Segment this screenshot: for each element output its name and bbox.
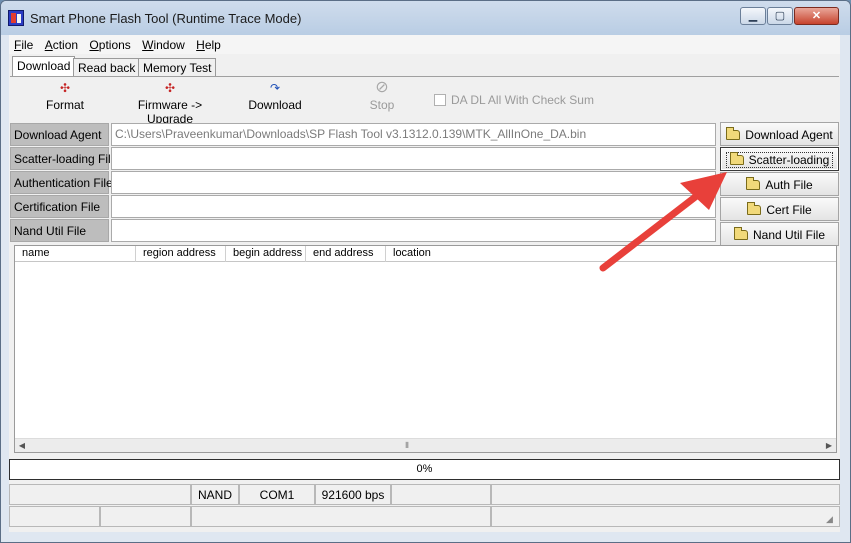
column-begin-address[interactable]: begin address — [226, 246, 306, 262]
title-bar[interactable]: Smart Phone Flash Tool (Runtime Trace Mo… — [1, 1, 850, 35]
auth-file-button[interactable]: Auth File — [720, 172, 839, 196]
menu-help-label: elp — [204, 38, 221, 52]
folder-icon — [729, 152, 744, 165]
checkbox-square[interactable] — [434, 94, 446, 106]
menu-options-label: ptions — [98, 38, 131, 52]
maximize-button[interactable]: ▢ — [767, 7, 793, 25]
firmware-upgrade-button[interactable]: ✣ Firmware -> Upgrade — [115, 81, 225, 126]
menu-window[interactable]: Window — [137, 35, 188, 52]
menu-action-label: ction — [52, 38, 79, 52]
column-location[interactable]: location — [386, 246, 456, 262]
tab-memory-test[interactable]: Memory Test — [138, 58, 217, 77]
refresh-arrow-icon: ↷ — [269, 81, 281, 95]
cert-file-button[interactable]: Cert File — [720, 197, 839, 221]
scatter-loading-label: Scatter-loading File — [10, 147, 117, 170]
menu-file-label: ile — [21, 38, 34, 52]
checksum-label: DA DL All With Check Sum — [451, 93, 594, 107]
download-label: Download — [248, 98, 302, 112]
resize-grip-icon[interactable]: ◢ — [826, 514, 837, 525]
download-button[interactable]: ↷ Download — [244, 81, 306, 112]
status-bar-row-2: ◢ — [9, 506, 840, 527]
menu-help[interactable]: Help — [191, 35, 224, 52]
partition-list[interactable]: name region address begin address end ad… — [14, 245, 837, 453]
folder-icon — [733, 227, 748, 240]
stop-label: Stop — [369, 98, 395, 112]
certification-file-label: Certification File — [10, 195, 109, 218]
window-title: Smart Phone Flash Tool (Runtime Trace Mo… — [30, 11, 302, 26]
progress-bar: 0% — [9, 459, 840, 480]
tab-download[interactable]: Download — [12, 56, 76, 77]
menu-options[interactable]: Options — [84, 35, 133, 52]
scroll-left-icon[interactable]: ◀ — [15, 439, 29, 452]
toolbar: ✣ Format ✣ Firmware -> Upgrade ↷ Downloa… — [10, 76, 839, 126]
multicolor-gear-icon: ✣ — [59, 81, 71, 95]
nand-util-file-button[interactable]: Nand Util File — [720, 222, 839, 246]
status-cell-empty — [491, 506, 840, 527]
format-button[interactable]: ✣ Format — [40, 81, 90, 112]
status-cell-empty — [100, 506, 191, 527]
multicolor-gear-icon: ✣ — [164, 81, 176, 95]
download-agent-button-label: Download Agent — [745, 128, 833, 142]
nand-util-file-label: Nand Util File — [10, 219, 109, 242]
status-storage: NAND — [191, 484, 239, 505]
app-logo-icon — [8, 10, 24, 26]
menu-help-mnemonic: H — [196, 38, 205, 52]
status-cell-empty — [391, 484, 491, 505]
menu-bar: File Action Options Window Help — [9, 35, 840, 54]
menu-window-mnemonic: W — [142, 38, 154, 52]
menu-window-label: indow — [153, 38, 185, 52]
menu-file[interactable]: File — [9, 35, 36, 52]
close-button[interactable]: ✕ — [794, 7, 839, 25]
status-cell-empty — [9, 506, 100, 527]
checksum-checkbox[interactable]: DA DL All With Check Sum — [434, 93, 594, 107]
status-baud: 921600 bps — [315, 484, 391, 505]
nand-util-file-field[interactable] — [111, 219, 716, 242]
folder-icon — [747, 202, 762, 215]
list-header: name region address begin address end ad… — [15, 246, 836, 262]
stop-button[interactable]: ⊘ Stop — [362, 79, 402, 113]
menu-action-mnemonic: A — [44, 38, 53, 52]
scatter-loading-button[interactable]: Scatter-loading — [720, 147, 839, 171]
scatter-loading-field[interactable] — [111, 147, 716, 170]
auth-file-button-label: Auth File — [765, 178, 813, 192]
stop-icon: ⊘ — [375, 79, 389, 96]
nand-util-file-button-label: Nand Util File — [752, 228, 826, 242]
folder-icon — [726, 127, 741, 140]
download-agent-label: Download Agent — [10, 123, 109, 146]
horizontal-scrollbar[interactable]: ◀ ⦀ ▶ — [15, 438, 836, 452]
firmware-upgrade-label: Firmware -> Upgrade — [137, 98, 203, 126]
certification-file-field[interactable] — [111, 195, 716, 218]
format-label: Format — [45, 98, 84, 112]
authentication-file-field[interactable] — [111, 171, 716, 194]
column-name[interactable]: name — [15, 246, 136, 262]
column-region-address[interactable]: region address — [136, 246, 226, 262]
scroll-thumb[interactable]: ⦀ — [399, 439, 415, 452]
status-cell-empty — [491, 484, 840, 505]
main-window: Smart Phone Flash Tool (Runtime Trace Mo… — [0, 0, 851, 543]
client-area: Download Read back Memory Test ✣ Format … — [9, 54, 840, 532]
status-port: COM1 — [239, 484, 315, 505]
minimize-button[interactable]: ▁ — [740, 7, 766, 25]
status-bar-row-1: NAND COM1 921600 bps — [9, 484, 840, 505]
cert-file-button-label: Cert File — [766, 203, 812, 217]
scatter-loading-button-label: Scatter-loading — [748, 153, 830, 167]
status-cell-empty — [9, 484, 191, 505]
progress-text: 0% — [416, 463, 433, 475]
status-cell-empty — [191, 506, 491, 527]
authentication-file-label: Authentication File — [10, 171, 113, 194]
menu-action[interactable]: Action — [40, 35, 81, 52]
column-end-address[interactable]: end address — [306, 246, 386, 262]
menu-options-mnemonic: O — [89, 38, 99, 52]
download-agent-button[interactable]: Download Agent — [720, 122, 839, 146]
tab-read-back[interactable]: Read back — [73, 58, 141, 77]
folder-icon — [746, 177, 761, 190]
download-agent-field[interactable]: C:\Users\Praveenkumar\Downloads\SP Flash… — [111, 123, 716, 146]
scroll-right-icon[interactable]: ▶ — [822, 439, 836, 452]
